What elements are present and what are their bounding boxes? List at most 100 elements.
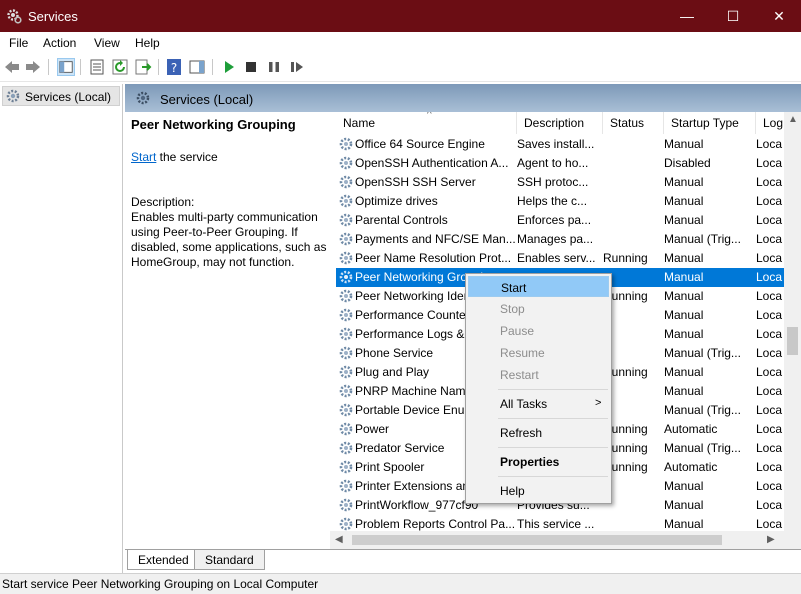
vertical-scroll-thumb[interactable] (787, 327, 798, 355)
cell-description: Enforces pa... (517, 213, 592, 227)
cell-name: Problem Reports Control Pa... (355, 517, 515, 531)
context-menu-separator (498, 389, 608, 390)
vertical-scrollbar[interactable]: ▲ (784, 112, 801, 531)
cell-startup-type: Manual (Trig... (664, 403, 741, 417)
service-gear-icon (339, 517, 353, 531)
description-label: Description: (131, 195, 195, 209)
close-button[interactable]: ✕ (756, 0, 801, 32)
column-header-description[interactable]: Description (517, 112, 603, 134)
sort-ascending-icon: ^ (427, 112, 432, 120)
service-gear-icon (339, 156, 353, 170)
menu-bar: File Action View Help (0, 32, 801, 54)
tree-item-services-local[interactable]: Services (Local) (2, 86, 120, 106)
start-service-line: Start the service (131, 150, 218, 164)
stop-service-icon[interactable] (242, 58, 260, 76)
context-menu-all-tasks[interactable]: All Tasks > (468, 393, 609, 414)
show-hide-console-tree-icon[interactable] (57, 58, 75, 76)
selected-service-name: Peer Networking Grouping (131, 117, 296, 132)
title-bar: Services — ☐ ✕ (0, 0, 801, 32)
back-arrow-icon[interactable] (3, 58, 21, 76)
cell-name: Optimize drives (355, 194, 438, 208)
service-row[interactable]: Peer Name Resolution Prot... Enables serv… (336, 249, 801, 268)
menu-item-label: Resume (500, 346, 545, 360)
column-header-startup-type[interactable]: Startup Type (664, 112, 756, 134)
export-list-icon[interactable] (134, 58, 152, 76)
context-menu-help[interactable]: Help (468, 480, 609, 501)
context-menu-separator (498, 447, 608, 448)
context-menu-restart: Restart (468, 364, 609, 385)
cell-name: Office 64 Source Engine (355, 137, 485, 151)
forward-arrow-icon[interactable] (24, 58, 42, 76)
scroll-left-icon[interactable]: ◀ (335, 534, 343, 545)
service-row[interactable]: Parental Controls Enforces pa... Manual Loc… (336, 211, 801, 230)
cell-description: This service ... (517, 517, 595, 531)
minimize-button[interactable]: — (664, 0, 710, 32)
cell-name: OpenSSH Authentication A... (355, 156, 509, 170)
cell-startup-type: Manual (664, 289, 704, 303)
cell-startup-type: Manual (664, 308, 704, 322)
cell-startup-type: Manual (664, 137, 704, 151)
horizontal-scroll-thumb[interactable] (352, 535, 722, 545)
start-service-icon[interactable] (220, 58, 238, 76)
cell-description: Manages pa... (517, 232, 594, 246)
service-row[interactable]: Office 64 Source Engine Saves install... M… (336, 135, 801, 154)
toolbar-separator (48, 59, 49, 75)
service-gear-icon (339, 194, 353, 208)
horizontal-scrollbar[interactable]: ◀ ▶ (330, 531, 801, 549)
service-row[interactable]: Payments and NFC/SE Man... Manages pa... M… (336, 230, 801, 249)
start-service-link[interactable]: Start (131, 150, 156, 164)
cell-name: Peer Name Resolution Prot... (355, 251, 512, 265)
menu-view[interactable]: View (94, 36, 120, 50)
context-menu-separator (498, 476, 608, 477)
properties-sheet-icon[interactable] (88, 58, 106, 76)
menu-action[interactable]: Action (43, 36, 76, 50)
service-gear-icon (339, 251, 353, 265)
service-gear-icon (339, 479, 353, 493)
scroll-up-icon[interactable]: ▲ (788, 114, 798, 125)
service-gear-icon (339, 422, 353, 436)
column-header-label: Log (763, 116, 784, 130)
context-menu: Start Stop Pause Resume Restart All Task… (465, 273, 612, 504)
cell-startup-type: Automatic (664, 460, 718, 474)
menu-item-label: Properties (500, 455, 560, 469)
context-menu-start[interactable]: Start (468, 276, 609, 297)
scroll-right-icon[interactable]: ▶ (767, 534, 775, 545)
services-gear-icon (136, 91, 150, 105)
service-row[interactable]: Optimize drives Helps the c... Manual Loca (336, 192, 801, 211)
column-header-name[interactable]: ^ Name (336, 112, 517, 134)
window-title: Services (28, 9, 78, 24)
service-gear-icon (339, 327, 353, 341)
menu-item-label: Stop (500, 302, 525, 316)
service-row[interactable]: OpenSSH SSH Server SSH protoc... Manual Loc… (336, 173, 801, 192)
submenu-arrow-icon: > (595, 397, 602, 409)
show-action-pane-icon[interactable] (188, 58, 206, 76)
toolbar-separator (80, 59, 81, 75)
tab-extended[interactable]: Extended (127, 550, 200, 570)
services-gear-icon (6, 89, 20, 103)
column-header-label: Description (524, 116, 585, 130)
cell-description: Helps the c... (517, 194, 588, 208)
help-icon[interactable]: ? (165, 58, 183, 76)
context-menu-refresh[interactable]: Refresh (468, 422, 609, 443)
service-gear-icon (339, 232, 353, 246)
main-pane-header: Services (Local) (125, 84, 801, 112)
service-row[interactable]: OpenSSH Authentication A... Agent to ho..… (336, 154, 801, 173)
context-menu-properties[interactable]: Properties (468, 451, 609, 472)
tab-standard[interactable]: Standard (194, 550, 265, 570)
service-gear-icon (339, 498, 353, 512)
menu-help[interactable]: Help (135, 36, 160, 50)
menu-file[interactable]: File (9, 36, 28, 50)
menu-item-label: Start (501, 281, 527, 295)
restart-service-icon[interactable] (288, 58, 306, 76)
column-header-status[interactable]: Status (603, 112, 664, 134)
cell-startup-type: Manual (664, 479, 704, 493)
refresh-icon[interactable] (111, 58, 129, 76)
description-text: Enables multi-party communication using … (131, 210, 327, 269)
maximize-button[interactable]: ☐ (710, 0, 756, 32)
pause-service-icon[interactable] (265, 58, 283, 76)
cell-startup-type: Manual (664, 194, 704, 208)
status-bar: Start service Peer Networking Grouping o… (0, 573, 801, 594)
start-service-suffix: the service (156, 150, 218, 164)
cell-startup-type: Manual (664, 327, 704, 341)
context-menu-pause: Pause (468, 320, 609, 341)
